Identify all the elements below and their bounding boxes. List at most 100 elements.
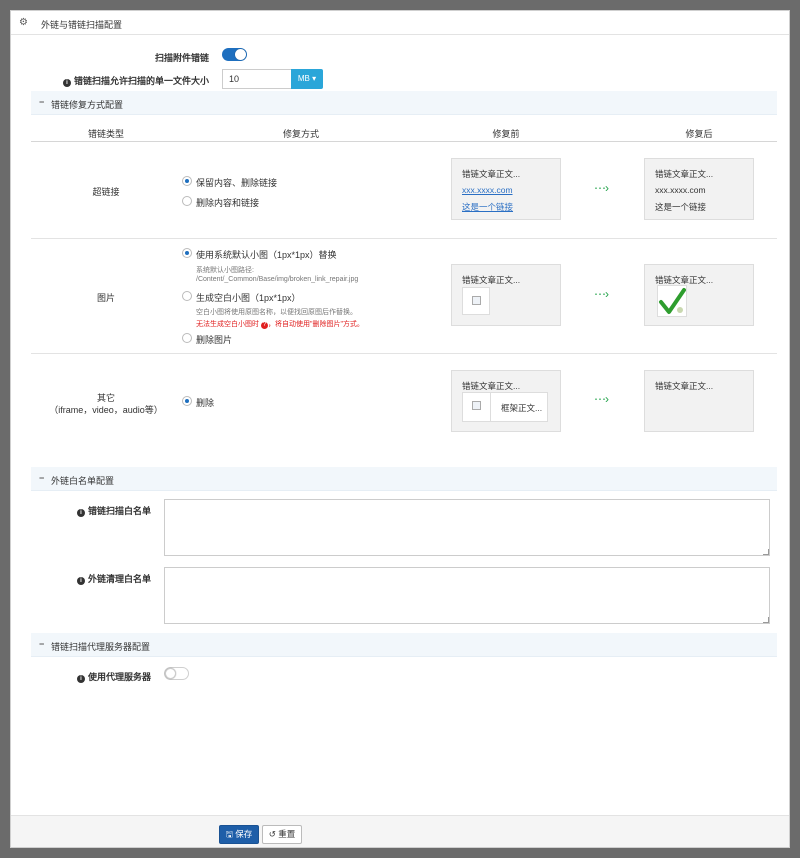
scan-whitelist-textarea[interactable] xyxy=(164,499,770,556)
arrow-right-icon: ⋯› xyxy=(594,287,609,301)
broken-image-glyph xyxy=(472,401,481,410)
checkmark-icon xyxy=(659,288,686,314)
preview-title: 错链文章正文... xyxy=(655,381,714,391)
preview-before-other: 错链文章正文... 框架正文... xyxy=(451,370,561,432)
hint-blank-image: 空白小图将使用原图名称，以便找回原图后作替换。 xyxy=(196,309,357,316)
row-type-image: 图片 xyxy=(96,293,115,303)
hint-default-path: /Content/_Common/Base/img/broken_link_re… xyxy=(196,276,359,283)
collapse-icon[interactable]: − xyxy=(39,473,44,483)
checkmark-image-icon xyxy=(657,285,687,317)
row-divider xyxy=(31,238,777,239)
preview-plain-url: xxx.xxxx.com xyxy=(655,185,706,195)
broken-image-icon xyxy=(462,287,490,315)
radio-keep-content[interactable] xyxy=(182,176,192,186)
option-delete-other: 删除 xyxy=(196,398,215,408)
max-size-label-text: 错链扫描允许扫描的单一文件大小 xyxy=(73,76,209,86)
config-panel: ⚙ 外链与错链扫描配置 扫描附件错链 i 错链扫描允许扫描的单一文件大小 10 M… xyxy=(10,10,790,848)
hint-red-text: 无法生成空白小图时 xyxy=(196,321,259,328)
preview-plain-text: 这是一个链接 xyxy=(655,202,707,212)
preview-after-image: 错链文章正文... xyxy=(644,264,754,326)
reset-button[interactable]: ↺ 重置 xyxy=(262,825,302,844)
proxy-section-header[interactable]: − 错链扫描代理服务器配置 xyxy=(31,633,777,657)
radio-delete-image[interactable] xyxy=(182,333,192,343)
hint-blank-warning: 无法生成空白小图时 ? ，将自动使用"删除图片"方式。 xyxy=(196,319,364,329)
row-type-other-sub: （iframe，video，audio等） xyxy=(49,405,163,415)
max-size-input[interactable]: 10 xyxy=(222,69,292,89)
preview-title: 错链文章正文... xyxy=(462,275,521,285)
unit-dropdown-button[interactable]: MB ▾ xyxy=(291,69,323,89)
preview-before-hyperlink: 错链文章正文... xxx.xxxx.com 这是一个链接 xyxy=(451,158,561,220)
scan-whitelist-label: i 错链扫描白名单 xyxy=(51,504,151,517)
resize-grip-icon[interactable] xyxy=(763,617,769,623)
collapse-icon[interactable]: − xyxy=(39,97,44,107)
clean-whitelist-textarea[interactable] xyxy=(164,567,770,624)
option-blank-image: 生成空白小图（1px*1px） xyxy=(196,293,301,303)
table-header-divider xyxy=(31,141,777,142)
scan-whitelist-label-text: 错链扫描白名单 xyxy=(87,506,151,516)
form-footer: 🖫 保存 ↺ 重置 xyxy=(11,815,789,847)
gear-icon: ⚙ xyxy=(19,17,28,28)
info-icon: i xyxy=(76,509,85,517)
caret-down-icon: ▾ xyxy=(312,74,317,83)
radio-default-image[interactable] xyxy=(182,248,192,258)
panel-header: ⚙ 外链与错链扫描配置 xyxy=(11,11,789,35)
save-button-label: 保存 xyxy=(235,829,253,839)
column-header-method: 修复方式 xyxy=(282,129,319,139)
reset-button-label: 重置 xyxy=(278,829,296,839)
toggle-knob xyxy=(235,49,246,60)
repair-section-title: 错链修复方式配置 xyxy=(51,100,124,110)
scan-attachment-label: 扫描附件错链 xyxy=(154,53,209,63)
clean-whitelist-label-text: 外链清理白名单 xyxy=(87,574,151,584)
info-icon: i xyxy=(76,577,85,585)
broken-image-glyph xyxy=(472,296,481,305)
unit-label: MB xyxy=(297,74,310,83)
repair-section-header[interactable]: − 错链修复方式配置 xyxy=(31,91,777,115)
row-type-hyperlink: 超链接 xyxy=(92,187,120,197)
whitelist-section-header[interactable]: − 外链白名单配置 xyxy=(31,467,777,491)
hint-red-tail: ，将自动使用"删除图片"方式。 xyxy=(267,321,364,328)
info-icon: i xyxy=(76,675,85,683)
info-icon: i xyxy=(62,79,71,87)
option-delete-content: 删除内容和链接 xyxy=(196,198,260,208)
option-keep-content: 保留内容、删除链接 xyxy=(196,178,278,188)
radio-delete-content[interactable] xyxy=(182,196,192,206)
column-header-before: 修复前 xyxy=(492,129,520,139)
resize-grip-icon[interactable] xyxy=(763,549,769,555)
preview-link-url: xxx.xxxx.com xyxy=(462,185,513,195)
save-icon: 🖫 xyxy=(225,829,233,839)
use-proxy-label-text: 使用代理服务器 xyxy=(87,672,151,682)
save-button[interactable]: 🖫 保存 xyxy=(219,825,259,844)
column-header-after: 修复后 xyxy=(685,129,713,139)
radio-blank-image[interactable] xyxy=(182,291,192,301)
preview-title: 错链文章正文... xyxy=(462,381,521,391)
arrow-right-icon: ⋯› xyxy=(594,392,609,406)
preview-after-other: 错链文章正文... xyxy=(644,370,754,432)
hint-default-path-label: 系统默认小图路径: xyxy=(196,267,254,274)
iframe-text: 框架正文... xyxy=(501,403,543,413)
clean-whitelist-label: i 外链清理白名单 xyxy=(51,572,151,585)
row-divider xyxy=(31,353,777,354)
preview-link-text: 这是一个链接 xyxy=(462,202,514,212)
collapse-icon[interactable]: − xyxy=(39,639,44,649)
radio-delete-other[interactable] xyxy=(182,396,192,406)
preview-title: 错链文章正文... xyxy=(655,169,714,179)
scan-attachment-toggle[interactable] xyxy=(222,48,247,61)
toggle-knob xyxy=(165,668,176,679)
whitelist-section-title: 外链白名单配置 xyxy=(51,476,115,486)
preview-title: 错链文章正文... xyxy=(462,169,521,179)
question-icon: ? xyxy=(260,322,268,329)
arrow-right-icon: ⋯› xyxy=(594,181,609,195)
max-size-label: i 错链扫描允许扫描的单一文件大小 xyxy=(41,74,209,87)
undo-icon: ↺ xyxy=(268,829,276,839)
use-proxy-label: i 使用代理服务器 xyxy=(51,670,151,683)
option-default-image: 使用系统默认小图（1px*1px）替换 xyxy=(196,250,337,260)
preview-before-image: 错链文章正文... xyxy=(451,264,561,326)
iframe-preview: 框架正文... xyxy=(462,392,548,422)
preview-after-hyperlink: 错链文章正文... xxx.xxxx.com 这是一个链接 xyxy=(644,158,754,220)
page-title: 外链与错链扫描配置 xyxy=(41,20,123,30)
proxy-section-title: 错链扫描代理服务器配置 xyxy=(51,642,151,652)
use-proxy-toggle[interactable] xyxy=(164,667,189,680)
broken-image-icon xyxy=(463,393,491,421)
column-header-type: 错链类型 xyxy=(87,129,124,139)
option-delete-image: 删除图片 xyxy=(196,335,233,345)
